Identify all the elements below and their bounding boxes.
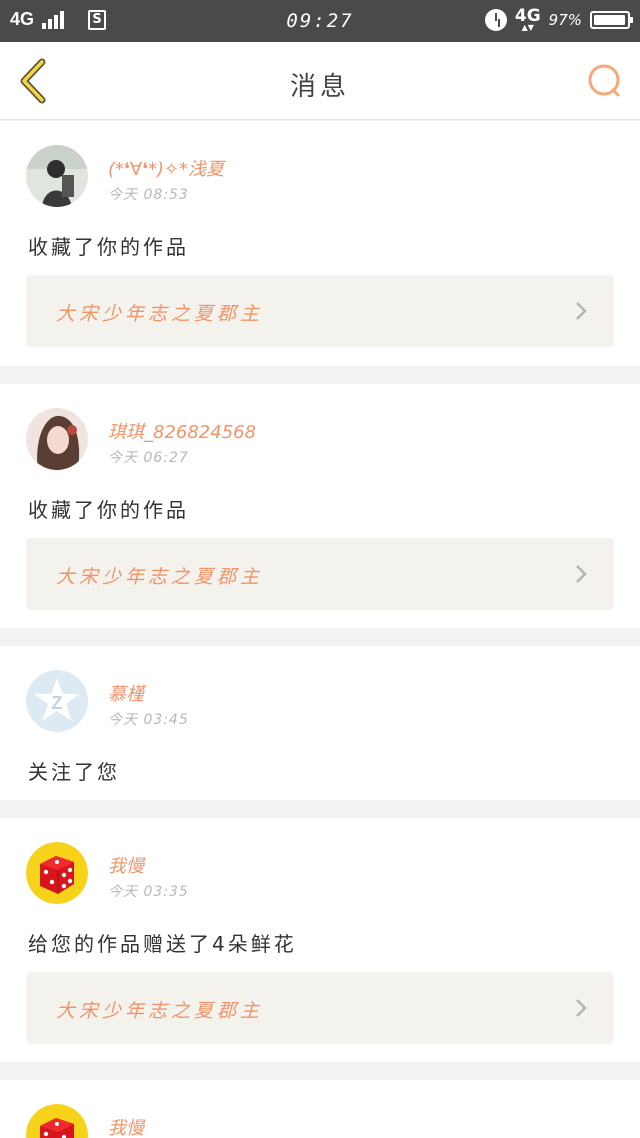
search-icon [588, 64, 620, 97]
battery-percent: 97% [548, 11, 582, 29]
dice-icon [26, 1104, 88, 1138]
work-title: 大宋少年志之夏郡主 [56, 566, 264, 588]
chevron-right-icon [576, 565, 587, 583]
status-bar: 4G S 09:27 4G ▲▼ 97% [0, 0, 640, 42]
message-time: 今天 03:35 [108, 884, 189, 900]
username[interactable]: 我慢 [108, 1114, 144, 1138]
message-time: 今天 08:53 [108, 187, 189, 203]
app-header: 消息 [0, 42, 640, 120]
username[interactable]: 琪琪_826824568 [108, 418, 256, 444]
chevron-right-icon [576, 302, 587, 320]
search-button[interactable] [586, 62, 624, 100]
network-type-right: 4G ▲▼ [514, 6, 541, 32]
message-time: 今天 06:27 [108, 450, 189, 466]
username[interactable]: (*❛∀❛*)✧*浅夏 [108, 155, 224, 181]
user-avatar[interactable] [26, 842, 88, 904]
user-avatar[interactable] [26, 408, 88, 470]
message-action: 收藏了你的作品 [28, 235, 189, 259]
message-time: 今天 03:45 [108, 712, 189, 728]
chevron-right-icon [576, 999, 587, 1017]
default-avatar-icon: Z [26, 670, 88, 732]
work-title: 大宋少年志之夏郡主 [56, 1000, 264, 1022]
page-title: 消息 [289, 72, 350, 102]
user-avatar[interactable] [26, 145, 88, 207]
message-card: 琪琪_826824568 今天 06:27 收藏了你的作品 大宋少年志之夏郡主 [0, 384, 640, 628]
dice-icon [26, 842, 88, 904]
message-action: 关注了您 [28, 760, 120, 784]
user-avatar[interactable]: Z [26, 670, 88, 732]
work-title: 大宋少年志之夏郡主 [56, 303, 264, 325]
work-link[interactable]: 大宋少年志之夏郡主 [26, 538, 614, 610]
username[interactable]: 慕槿 [108, 680, 144, 706]
message-card: 我慢 [0, 1080, 640, 1138]
username[interactable]: 我慢 [108, 852, 144, 878]
battery-icon [590, 11, 633, 29]
message-card: (*❛∀❛*)✧*浅夏 今天 08:53 收藏了你的作品 大宋少年志之夏郡主 [0, 121, 640, 366]
user-avatar[interactable] [26, 1104, 88, 1138]
message-card: 我慢 今天 03:35 给您的作品赠送了4朵鲜花 大宋少年志之夏郡主 [0, 818, 640, 1062]
message-action: 给您的作品赠送了4朵鲜花 [28, 932, 297, 956]
message-card: Z 慕槿 今天 03:45 关注了您 [0, 646, 640, 800]
work-link[interactable]: 大宋少年志之夏郡主 [26, 972, 614, 1044]
alarm-icon [484, 9, 507, 31]
message-action: 收藏了你的作品 [28, 498, 189, 522]
work-link[interactable]: 大宋少年志之夏郡主 [26, 275, 614, 347]
svg-text:Z: Z [52, 693, 63, 713]
